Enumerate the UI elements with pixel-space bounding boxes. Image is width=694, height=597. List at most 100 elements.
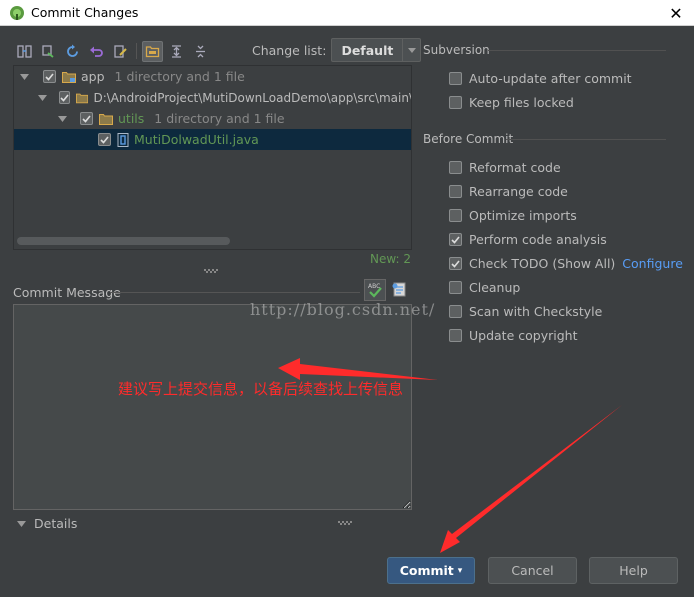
cancel-button[interactable]: Cancel [488,557,577,584]
checkbox[interactable] [449,161,462,174]
tree-item-name: utils [118,111,145,126]
group-divider [488,50,666,51]
option-label: Perform code analysis [469,232,607,247]
close-button[interactable]: ✕ [658,0,694,26]
refresh-button[interactable] [62,41,83,62]
java-file-icon [117,132,129,147]
collapse-all-button[interactable] [190,41,211,62]
option-label: Auto-update after commit [469,71,632,86]
checkbox[interactable] [449,96,462,109]
checkbox[interactable] [449,72,462,85]
commit-message-input[interactable] [13,304,412,510]
tree-item-name: app [81,69,105,84]
changelist-selector: Change list: Default [252,38,422,62]
tree-row-app[interactable]: app 1 directory and 1 file [14,66,411,87]
checkbox[interactable] [449,257,462,270]
tree-row-path[interactable]: D:\AndroidProject\MutiDownLoadDemo\app\s… [14,87,412,108]
checkbox[interactable] [449,185,462,198]
chevron-down-icon: ▾ [457,565,463,576]
edit-source-button[interactable] [110,41,131,62]
show-diff-button[interactable] [14,41,35,62]
collapse-all-icon [196,45,205,57]
new-files-count: New: 2 [370,252,412,266]
changelist-value: Default [341,42,394,58]
group-divider [506,139,666,140]
folder-icon [76,93,89,103]
tree-item-name: D:\AndroidProject\MutiDownLoadDemo\app\s… [93,90,412,105]
option-label: Update copyright [469,328,578,343]
splitter-grip-icon[interactable] [204,269,220,273]
expand-arrow-icon[interactable] [18,71,30,83]
subversion-group-title: Subversion [423,43,490,57]
tree-checkbox[interactable] [98,133,111,146]
changelist-label: Change list: [252,42,327,58]
horizontal-scrollbar[interactable] [17,237,230,245]
checkbox[interactable] [449,209,462,222]
option-label: Reformat code [469,160,561,175]
annotation-arrow-to-commit [440,405,622,553]
spellcheck-toggle[interactable]: ABC [364,279,386,301]
option-auto-update[interactable]: Auto-update after commit [449,71,632,86]
cancel-button-label: Cancel [511,563,554,578]
close-icon: ✕ [669,3,683,23]
configure-todo-link[interactable]: Configure [622,256,683,271]
folder-group-icon [145,45,160,57]
commit-button[interactable]: Commit ▾ [387,557,475,584]
details-label: Details [34,516,78,531]
changelist-combo[interactable]: Default [331,38,422,62]
checkbox[interactable] [449,305,462,318]
option-reformat-code[interactable]: Reformat code [449,160,561,175]
group-by-directory-button[interactable] [142,40,163,62]
undo-icon [90,46,103,57]
help-button[interactable]: Help [589,557,678,584]
commit-message-history-button[interactable] [391,281,409,299]
option-scan-checkstyle[interactable]: Scan with Checkstyle [449,304,602,319]
option-check-todo[interactable]: Check TODO (Show All) Configure [449,256,683,271]
help-button-label: Help [619,563,648,578]
tree-row-java-file[interactable]: MutiDolwadUtil.java [14,129,411,150]
history-icon [392,282,406,297]
diff-icon [17,44,32,58]
details-toggle[interactable]: Details [17,516,77,531]
option-rearrange-code[interactable]: Rearrange code [449,184,568,199]
tree-row-utils[interactable]: utils 1 directory and 1 file [14,108,411,129]
annotation-text: 建议写上提交信息，以备后续查找上传信息 [118,380,404,398]
expand-arrow-icon [17,520,26,527]
expand-arrow-icon[interactable] [56,113,68,125]
option-keep-files-locked[interactable]: Keep files locked [449,95,574,110]
window-title: Commit Changes [31,5,139,20]
option-label: Optimize imports [469,208,577,223]
option-cleanup[interactable]: Cleanup [449,280,520,295]
rollback-button[interactable] [86,41,107,62]
spellcheck-icon: ABC [368,283,382,298]
svg-text:ABC: ABC [368,283,380,290]
tree-checkbox[interactable] [80,112,93,125]
details-splitter-grip-icon[interactable] [338,521,354,525]
checkbox[interactable] [449,233,462,246]
android-studio-icon [10,6,24,20]
checkbox[interactable] [449,329,462,342]
option-label: Rearrange code [469,184,568,199]
option-update-copyright[interactable]: Update copyright [449,328,577,343]
chevron-down-icon [402,39,420,61]
tree-item-meta: 1 directory and 1 file [154,111,285,126]
option-optimize-imports[interactable]: Optimize imports [449,208,577,223]
option-perform-code-analysis[interactable]: Perform code analysis [449,232,607,247]
toolbar-separator [136,43,137,59]
option-label: Cleanup [469,280,521,295]
folder-icon [99,113,113,125]
tree-checkbox[interactable] [43,70,56,83]
option-label: Scan with Checkstyle [469,304,603,319]
refresh-icon [67,44,78,57]
changed-files-tree[interactable]: app 1 directory and 1 file D:\AndroidPro… [13,65,412,250]
checkbox[interactable] [449,281,462,294]
expand-arrow-icon[interactable] [37,92,48,104]
blog-watermark: http://blog.csdn.net/ [250,300,436,319]
edit-icon [114,44,127,58]
tree-item-meta: 1 directory and 1 file [114,69,245,84]
option-label: Keep files locked [469,95,574,110]
tree-checkbox[interactable] [58,91,71,104]
move-icon [42,44,54,58]
expand-all-button[interactable] [166,41,187,62]
move-to-changelist-button[interactable] [38,41,59,62]
